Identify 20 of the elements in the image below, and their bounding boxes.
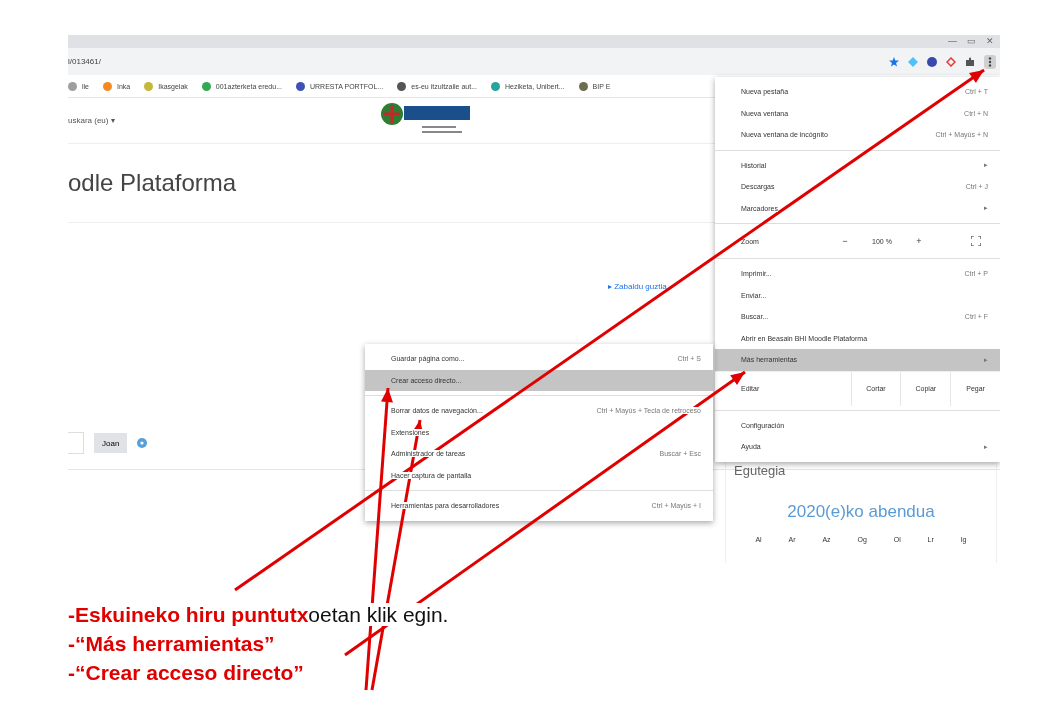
- fullscreen-icon[interactable]: [971, 236, 981, 246]
- help-icon[interactable]: [137, 438, 148, 448]
- zoom-in-button[interactable]: +: [907, 236, 931, 246]
- search-field[interactable]: [68, 432, 84, 454]
- circle-icon[interactable]: [927, 56, 937, 67]
- puzzle-icon[interactable]: [965, 56, 975, 67]
- window-control[interactable]: ✕: [986, 35, 994, 48]
- window-control[interactable]: —: [948, 35, 957, 48]
- window-control[interactable]: ▭: [967, 35, 976, 48]
- calendar-title: Egutegia: [733, 462, 787, 480]
- search-button[interactable]: Joan: [94, 433, 128, 453]
- zoom-out-button[interactable]: −: [833, 236, 857, 246]
- expand-all-link[interactable]: ▸ Zabaldu guztia: [608, 282, 667, 291]
- menu-icon[interactable]: [984, 54, 996, 69]
- site-title: odle Plataforma: [68, 169, 237, 197]
- address-url[interactable]: l/013461/: [68, 57, 101, 66]
- language-selector[interactable]: uskara (eu) ▾: [68, 116, 115, 125]
- star-icon[interactable]: [889, 56, 899, 67]
- instruction-line: -Eskuineko hiru puntutxoetan klik egin.: [68, 602, 450, 628]
- diamond-outline-icon[interactable]: [946, 56, 956, 67]
